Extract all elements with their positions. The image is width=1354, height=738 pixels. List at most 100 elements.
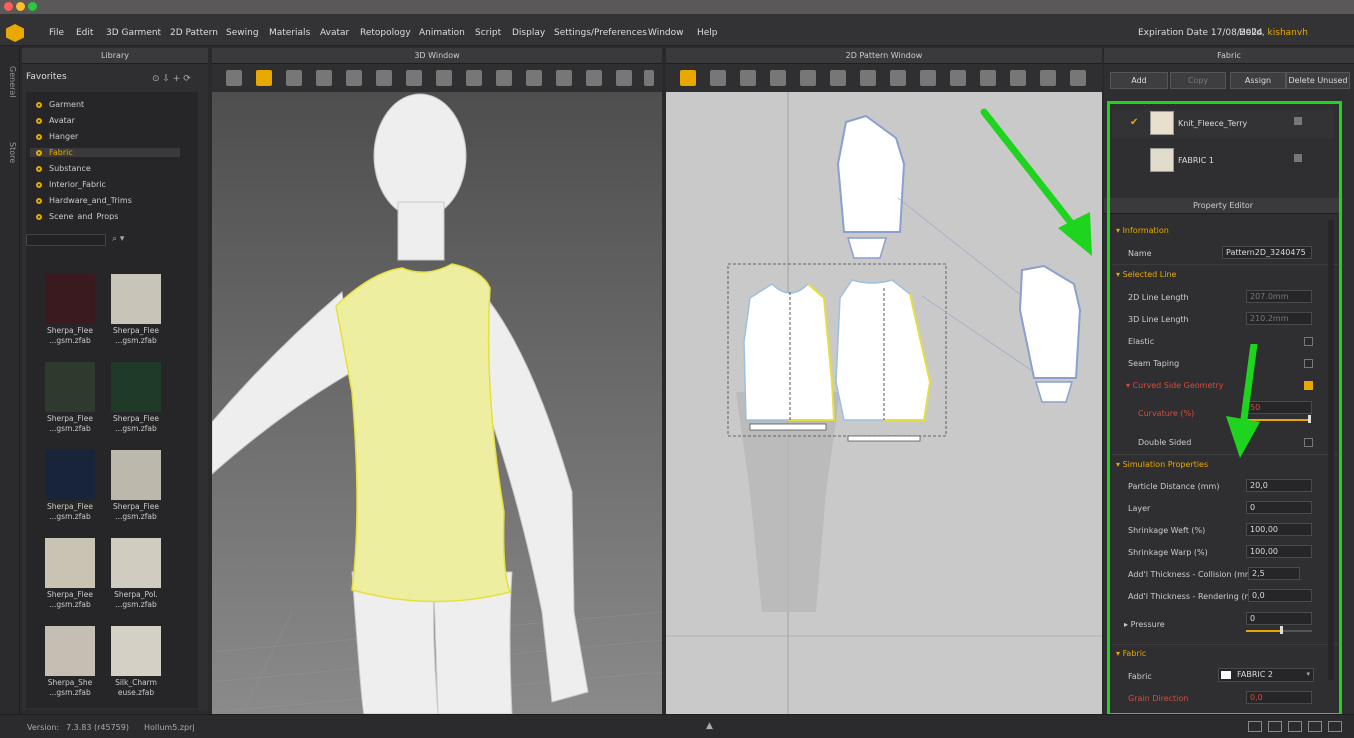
fabric-thumbnail[interactable] [45, 362, 95, 412]
fabric-header: Fabric [1104, 48, 1354, 64]
zoom-window-icon[interactable] [28, 2, 37, 11]
dart-icon[interactable] [830, 70, 846, 86]
status-bar: Version: 7.3.83 (r45759) Hollum5.zprj ▲ [0, 714, 1354, 738]
pin-tool-icon[interactable] [286, 70, 302, 86]
fabric-thumbnail-label: Sherpa_Flee ...gsm.zfab [103, 326, 169, 346]
favorite-label: Garment [49, 100, 85, 109]
fold-icon[interactable] [890, 70, 906, 86]
menu-2d-pattern[interactable]: 2D Pattern [170, 28, 218, 38]
garment-shirt[interactable] [335, 263, 512, 603]
library-toolbar-icons[interactable]: ⊙ ⇩ + ⟳ [152, 74, 191, 84]
favorite-interior-fabric[interactable]: Interior_Fabric [36, 180, 106, 189]
fabric-thumbnail[interactable] [45, 450, 95, 500]
search-icon[interactable]: ⌕ ▾ [112, 234, 124, 244]
tab-general[interactable]: General [3, 66, 17, 98]
delete-unused-button[interactable]: Delete Unused [1286, 72, 1350, 89]
fabric-thumbnail[interactable] [45, 626, 95, 676]
menu-animation[interactable]: Animation [419, 28, 465, 38]
favorite-hanger[interactable]: Hanger [36, 132, 78, 141]
3d-window[interactable]: 3D Window [212, 48, 662, 714]
menu-help[interactable]: Help [697, 28, 718, 38]
fabric-thumbnail[interactable] [45, 538, 95, 588]
menu-materials[interactable]: Materials [269, 28, 310, 38]
label-line2: ...gsm.zfab [115, 600, 157, 609]
favorite-fabric[interactable]: Fabric [30, 148, 180, 157]
add-fabric-button[interactable]: Add [1110, 72, 1168, 89]
fabric-thumbnail[interactable] [111, 626, 161, 676]
2d-pattern-window[interactable]: 2D Pattern Window [666, 48, 1102, 714]
favorite-hardware[interactable]: Hardware_and_Trims [36, 196, 132, 205]
favorite-label: Hardware_and_Trims [49, 196, 132, 205]
menu-display[interactable]: Display [512, 28, 545, 38]
grid-tool-icon[interactable] [496, 70, 512, 86]
layout-quad-icon[interactable] [1288, 721, 1302, 732]
measure-tool-icon[interactable] [346, 70, 362, 86]
expand-up-icon[interactable]: ▲ [706, 721, 713, 731]
favorite-substance[interactable]: Substance [36, 164, 91, 173]
library-header: Library [22, 48, 208, 64]
segment-sewing-icon[interactable] [950, 70, 966, 86]
rectangle-icon[interactable] [770, 70, 786, 86]
fold-tool-icon[interactable] [376, 70, 392, 86]
shirt-icon[interactable] [1070, 70, 1086, 86]
menu-file[interactable]: File [49, 28, 64, 38]
check-sewing-icon[interactable] [1010, 70, 1026, 86]
sewing-tool-icon[interactable] [466, 70, 482, 86]
tack-tool-icon[interactable] [526, 70, 542, 86]
favorite-label: Scene_and_Props [49, 212, 119, 220]
front-pattern[interactable] [743, 282, 836, 431]
menu-window[interactable]: Window [648, 28, 684, 38]
minimize-window-icon[interactable] [16, 2, 25, 11]
fabric-thumbnail[interactable] [111, 538, 161, 588]
favorite-garment[interactable]: Garment [36, 100, 84, 109]
label-line2: ...gsm.zfab [49, 336, 91, 345]
layout-single-icon[interactable] [1248, 721, 1262, 732]
tab-store[interactable]: Store [3, 142, 17, 163]
transform-pattern-icon[interactable] [680, 70, 696, 86]
layout-split-icon[interactable] [1268, 721, 1282, 732]
arrange-tool-icon[interactable] [406, 70, 422, 86]
assign-fabric-button[interactable]: Assign [1230, 72, 1286, 89]
polygon-icon[interactable] [740, 70, 756, 86]
3d-viewport[interactable] [212, 92, 662, 714]
avatar-tool-icon[interactable] [436, 70, 452, 86]
favorite-label: Hanger [49, 132, 79, 141]
favorite-avatar[interactable]: Avatar [36, 116, 75, 125]
folder-icon [36, 118, 42, 124]
layout-columns-icon[interactable] [1308, 721, 1322, 732]
fabric-thumbnail[interactable] [111, 274, 161, 324]
fabric-thumbnail[interactable] [111, 362, 161, 412]
tape-icon[interactable] [1040, 70, 1056, 86]
fabric-thumbnail[interactable] [45, 274, 95, 324]
favorite-scene-props[interactable]: Scene_and_Props [36, 212, 118, 220]
menu-3d-garment[interactable]: 3D Garment [106, 28, 161, 38]
menu-sewing[interactable]: Sewing [226, 28, 259, 38]
copy-fabric-button[interactable]: Copy [1170, 72, 1226, 89]
garment-tool-icon[interactable] [316, 70, 332, 86]
zipper-tool-icon[interactable] [616, 70, 632, 86]
free-sewing-icon[interactable] [980, 70, 996, 86]
greeting: Hello, kishanvh [1239, 28, 1308, 38]
username[interactable]: kishanvh [1268, 28, 1308, 38]
menu-avatar[interactable]: Avatar [320, 28, 349, 38]
menu-retopology[interactable]: Retopology [360, 28, 411, 38]
brush-tool-icon[interactable] [556, 70, 572, 86]
internal-line-icon[interactable] [800, 70, 816, 86]
button-tool-icon[interactable] [586, 70, 602, 86]
fabric-thumbnail-label: Sherpa_Flee ...gsm.zfab [37, 590, 103, 610]
seam-icon[interactable] [860, 70, 876, 86]
toolbar-more-icon[interactable] [644, 70, 654, 86]
menu-edit[interactable]: Edit [76, 28, 93, 38]
pin-icon[interactable] [920, 70, 936, 86]
select-tool-icon[interactable] [256, 70, 272, 86]
menu-script[interactable]: Script [475, 28, 501, 38]
library-search-input[interactable] [26, 234, 106, 246]
fabric-thumbnail[interactable] [111, 450, 161, 500]
layout-rows-icon[interactable] [1328, 721, 1342, 732]
close-window-icon[interactable] [4, 2, 13, 11]
label-line1: Sherpa_Flee [47, 326, 93, 335]
menu-settings[interactable]: Settings/Preferences [554, 28, 647, 38]
edit-point-icon[interactable] [710, 70, 726, 86]
2d-canvas[interactable] [666, 92, 1102, 714]
move-tool-icon[interactable] [226, 70, 242, 86]
